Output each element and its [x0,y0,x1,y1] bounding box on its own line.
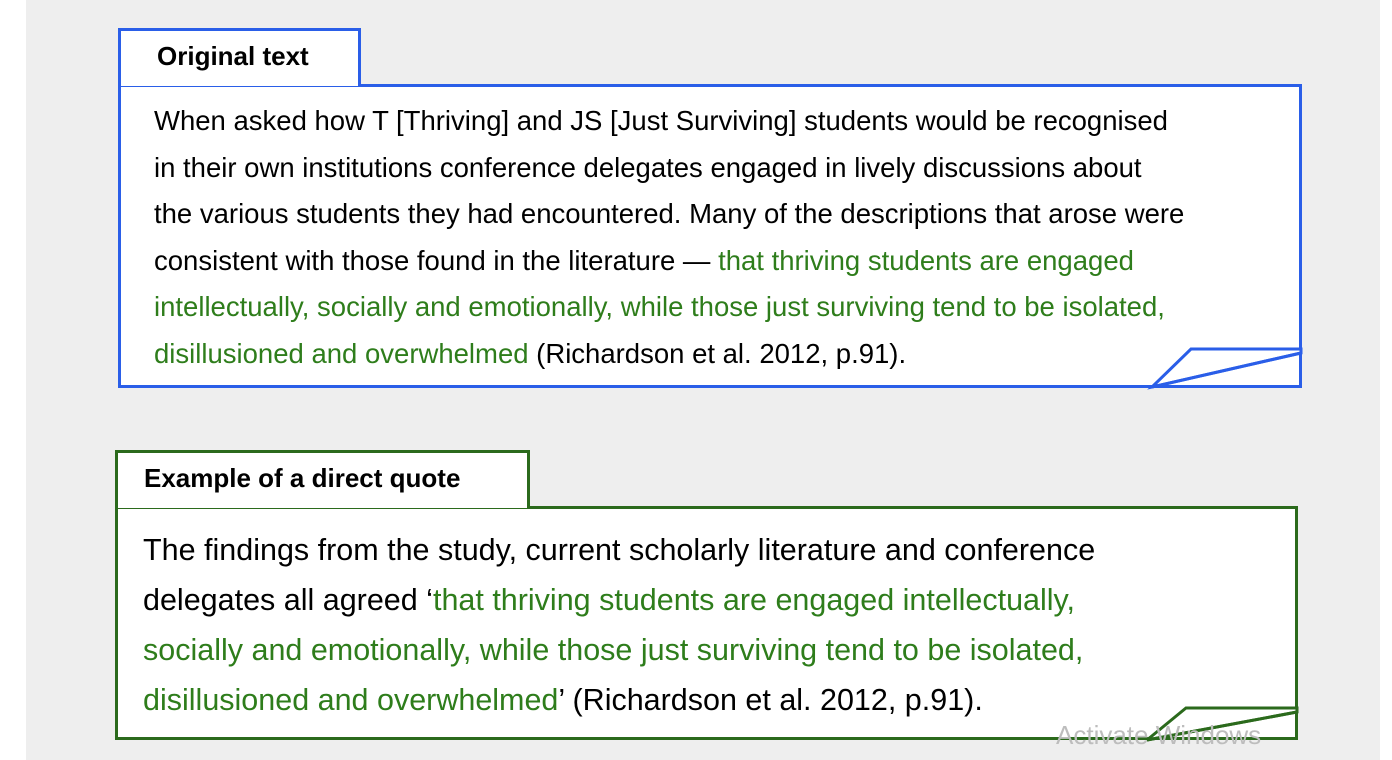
quoted-phrase: that thriving students are engaged intel… [432,583,1076,617]
text-line: The findings from the study, current sch… [143,525,1293,575]
original-text-tab: Original text [118,28,361,86]
quoted-phrase: socially and emotionally, while those ju… [143,633,1084,667]
original-text-passage: When asked how T [Thriving] and JS [Just… [154,98,1304,377]
text-segment: delegates all agreed ‘ [143,583,433,617]
text-segment: consistent with those found in the liter… [154,244,719,276]
text-segment: the various students they had encountere… [154,198,1185,229]
text-line: When asked how T [Thriving] and JS [Just… [154,98,1304,145]
text-segment: The findings from the study, current sch… [143,533,1096,567]
original-text-title: Original text [157,41,309,71]
text-segment: (Richardson et al. 2012, p.91). [528,337,907,369]
page-curl-icon-original [1147,347,1303,390]
text-segment: ’ (Richardson et al. 2012, p.91). [558,683,983,717]
quoted-phrase: that thriving students are engaged [718,244,1134,276]
text-line: disillusioned and overwhelmed (Richardso… [154,331,1304,378]
activate-windows-watermark: Activate Windows [1056,720,1262,750]
text-line: delegates all agreed ‘that thriving stud… [143,575,1293,625]
text-line: intellectually, socially and emotionally… [154,284,1304,331]
text-line: the various students they had encountere… [154,191,1304,238]
text-line: in their own institutions conference del… [154,145,1304,192]
text-segment: When asked how T [Thriving] and JS [Just… [154,105,1168,136]
direct-quote-title: Example of a direct quote [144,463,461,493]
quoted-phrase: disillusioned and overwhelmed [143,683,559,717]
text-line: socially and emotionally, while those ju… [143,625,1293,675]
direct-quote-passage: The findings from the study, current sch… [143,525,1293,725]
text-line: consistent with those found in the liter… [154,238,1304,285]
quoted-phrase: intellectually, socially and emotionally… [154,291,1165,322]
text-line: disillusioned and overwhelmed’ (Richards… [143,675,1293,725]
text-segment: in their own institutions conference del… [154,151,1142,183]
direct-quote-tab: Example of a direct quote [115,450,530,508]
quoted-phrase: disillusioned and overwhelmed [154,337,529,369]
